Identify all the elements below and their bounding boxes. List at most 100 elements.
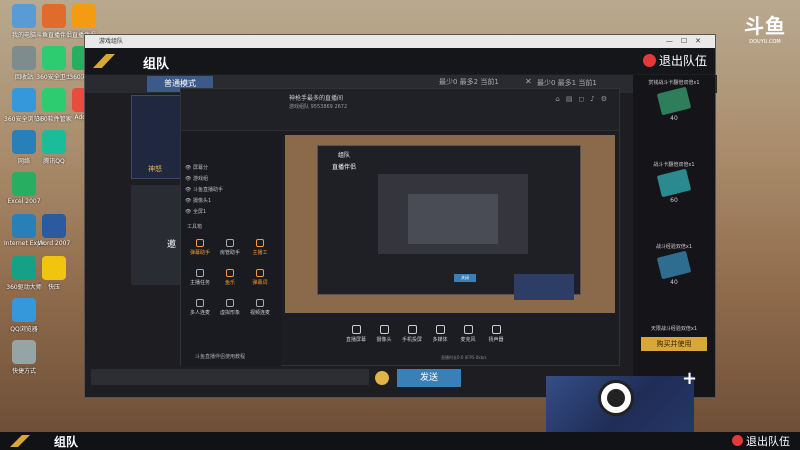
tool-icon [256, 269, 264, 277]
exit-team-button[interactable]: 退出队伍 [642, 52, 707, 69]
app-icon [12, 46, 36, 70]
tool-label: 主播工 [252, 250, 268, 256]
app-icon [42, 214, 66, 238]
shop-panel: 购买并使用 赏钱战斗卡翻倍双倍x1 40 战斗卡翻倍双倍x1 60 战斗经验双倍x1 40… [633, 75, 715, 397]
send-button[interactable]: 发送 [397, 369, 461, 387]
scene-sidebar: 👁 屏幕分 👁 游戏组 👁 斗鱼直播助手 👁 摄像头1 👁 全屏1 工具箱 弹幕助手 房管… [181, 131, 281, 367]
app-icon [42, 88, 66, 112]
app-icon [42, 4, 66, 28]
exit-icon [642, 54, 656, 67]
eye-icon[interactable]: 👁 [185, 209, 193, 215]
tool-item[interactable]: 房管助手 [217, 239, 243, 256]
tool-label: 视频连麦 [249, 310, 270, 316]
buy-and-use-button[interactable]: 购买并使用 [641, 337, 707, 351]
tool-item[interactable]: 鱼乐 [217, 269, 243, 286]
close-icon[interactable]: ✕ [525, 77, 532, 86]
tool-label: 弹幕助手 [189, 250, 210, 256]
preview-window: 组队 直播伴侣 关闭 [317, 145, 581, 300]
app-icon [42, 130, 66, 154]
source-label: 屏幕分 [192, 165, 208, 171]
stream-source-button[interactable]: 手机投屏 [399, 325, 425, 343]
tool-icon [256, 299, 264, 307]
game-logo [93, 54, 115, 68]
shop-item-name: 战斗经验双倍x1 [655, 244, 693, 250]
source-item[interactable]: 👁 斗鱼直播助手 [185, 185, 223, 196]
desktop-icon[interactable]: 快捷方式 [4, 340, 44, 375]
shop-item[interactable]: 战斗经验双倍x1 40 [637, 243, 711, 286]
source-item[interactable]: 👁 摄像头1 [185, 196, 223, 207]
douyu-watermark: 斗鱼 DOUYU.COM [744, 10, 786, 45]
source-item[interactable]: 👁 屏幕分 [185, 163, 223, 174]
source-list: 👁 屏幕分 👁 游戏组 👁 斗鱼直播助手 👁 摄像头1 👁 全屏1 [185, 163, 223, 218]
tool-item[interactable]: 主播工 [247, 239, 273, 256]
desktop-icon-label: 快捷方式 [11, 368, 36, 375]
nested-preview [408, 194, 498, 244]
app-icon [12, 340, 36, 364]
plus-icon[interactable]: + [682, 368, 697, 389]
source-item[interactable]: 👁 全屏1 [185, 207, 223, 218]
eye-icon[interactable]: 👁 [185, 198, 193, 204]
source-button-label: 手机投屏 [401, 337, 422, 343]
eye-icon[interactable]: 👁 [185, 187, 193, 193]
eye-icon[interactable]: 👁 [185, 165, 193, 171]
desktop-icon[interactable]: QQ浏览器 [4, 298, 44, 333]
app-icon [12, 4, 36, 28]
tool-item[interactable]: 主播任务 [187, 269, 213, 286]
tool-icon [256, 239, 264, 247]
bottom-logo [10, 435, 30, 447]
eye-icon[interactable]: 👁 [185, 176, 193, 182]
desktop-icon-label: QQ浏览器 [10, 326, 38, 333]
tool-item[interactable]: 弹幕助手 [187, 239, 213, 256]
desktop-icon[interactable]: Excel 2007 [4, 172, 44, 205]
shop-footer-label: 天限战斗经验双倍x1 [637, 325, 711, 332]
emoji-icon[interactable] [375, 371, 389, 385]
shop-item-price: 40 [670, 115, 678, 122]
tools-title: 工具箱 [187, 224, 203, 230]
desktop-icon[interactable]: 快压 [34, 256, 74, 291]
tool-label: 弹幕词 [252, 280, 268, 286]
tool-icon [226, 269, 234, 277]
shop-item[interactable]: 战斗卡翻倍双倍x1 60 [637, 161, 711, 204]
voucher-card-icon [656, 168, 692, 198]
desktop-icon-label: Word 2007 [37, 240, 71, 247]
preview-button[interactable]: 关闭 [454, 274, 476, 282]
desktop-icon[interactable]: 腾讯QQ [34, 130, 74, 165]
source-icon [491, 325, 501, 334]
stream-source-button[interactable]: 扬声器 [483, 325, 509, 343]
app-icon [72, 4, 96, 28]
tool-icon [226, 299, 234, 307]
desktop-icon[interactable]: Word 2007 [34, 214, 74, 247]
tool-label: 多人连麦 [189, 310, 210, 316]
window-controls[interactable]: —☐✕ [666, 35, 709, 48]
tutorial-link[interactable]: 斗鱼直播伴侣使用教程 [195, 353, 245, 360]
app-icon [42, 256, 66, 280]
stream-source-button[interactable]: 直播屏幕 [343, 325, 369, 343]
header-icons[interactable]: ⌂▤◻♪⚙ [555, 95, 613, 103]
room-stats: 游戏组队 9553869 2672 [289, 104, 348, 110]
watermark-logo: 斗鱼 [744, 14, 786, 38]
app-icon [12, 172, 36, 196]
stream-source-button[interactable]: 麦克风 [455, 325, 481, 343]
source-icon [351, 325, 361, 334]
tool-label: 房管助手 [219, 250, 240, 256]
stream-status: 直播时长0:0 0FPS 0kb/s [441, 355, 487, 360]
shop-item-name: 赏钱战斗卡翻倍双倍x1 [648, 80, 700, 86]
tool-item[interactable]: 多人连麦 [187, 299, 213, 316]
stream-source-button[interactable]: 摄像头 [371, 325, 397, 343]
source-icon [407, 325, 417, 334]
app-icon [42, 46, 66, 70]
source-item[interactable]: 👁 游戏组 [185, 174, 223, 185]
stream-source-button[interactable]: 多媒体 [427, 325, 453, 343]
shop-item-name: 战斗卡翻倍双倍x1 [653, 162, 695, 168]
tool-item[interactable]: 弹幕词 [247, 269, 273, 286]
tool-item[interactable]: 虚拟形象 [217, 299, 243, 316]
invite-label: 邀 [167, 240, 177, 250]
chat-input[interactable] [91, 369, 369, 385]
bottom-exit-button[interactable]: 退出队伍 [732, 433, 790, 449]
tool-item[interactable]: 视频连麦 [247, 299, 273, 316]
voucher-card-icon [656, 86, 692, 116]
team-count-right: 最少0 最多1 当前1 [537, 79, 597, 87]
shop-item[interactable]: 赏钱战斗卡翻倍双倍x1 40 [637, 79, 711, 122]
tool-icon [196, 269, 204, 277]
source-icon [379, 325, 389, 334]
